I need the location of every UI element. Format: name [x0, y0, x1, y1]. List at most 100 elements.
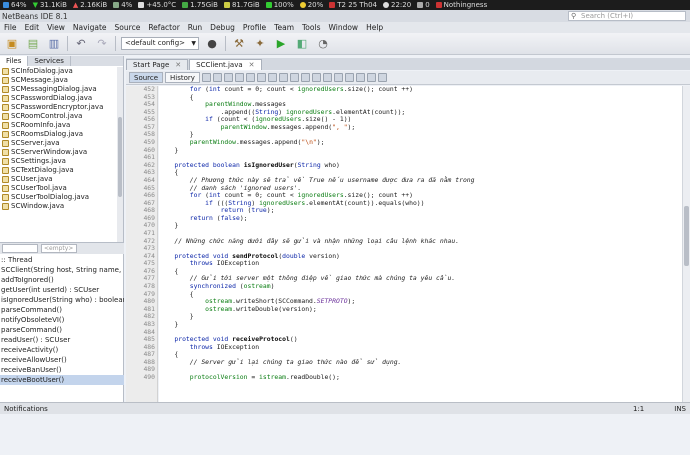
brightness-indicator: 20% [299, 1, 323, 9]
forward-icon[interactable] [223, 73, 233, 82]
shift-right-icon[interactable] [333, 73, 343, 82]
next-bookmark-icon[interactable] [300, 73, 310, 82]
member-item[interactable]: notifyObsoleteVI() [0, 315, 124, 325]
config-select[interactable]: <default config> ▼ [121, 37, 199, 50]
new-project-icon[interactable]: ▣ [4, 36, 20, 52]
menu-view[interactable]: View [43, 23, 69, 32]
close-icon[interactable]: ✕ [249, 61, 255, 69]
start-macro-icon[interactable] [344, 73, 354, 82]
file-item[interactable]: SCMessage.java [0, 76, 118, 85]
previous-bookmark-icon[interactable] [289, 73, 299, 82]
temp-indicator: +45.0°C [138, 1, 176, 9]
menu-refactor[interactable]: Refactor [144, 23, 183, 32]
menu-edit[interactable]: Edit [21, 23, 44, 32]
uncomment-icon[interactable] [377, 73, 387, 82]
file-item[interactable]: SCServer.java [0, 139, 118, 148]
menu-profile[interactable]: Profile [239, 23, 270, 32]
chevron-down-icon: ▼ [191, 40, 196, 47]
menu-source[interactable]: Source [111, 23, 145, 32]
member-item[interactable]: :: Thread [0, 255, 124, 265]
java-file-icon [2, 131, 9, 138]
file-item[interactable]: SCServerWindow.java [0, 148, 118, 157]
file-item[interactable]: SCRoomInfo.java [0, 121, 118, 130]
comment-icon[interactable] [366, 73, 376, 82]
open-project-icon[interactable]: ▤ [25, 36, 41, 52]
last-edit-icon[interactable] [201, 73, 211, 82]
caret-position: 1:1 [632, 404, 645, 413]
toggle-rect-selection-icon[interactable] [278, 73, 288, 82]
notifications-label[interactable]: Notifications [4, 405, 48, 413]
code-editor[interactable]: for (int count = 0; count < ignoredUsers… [159, 86, 682, 402]
settings-gear-icon[interactable]: ● [204, 36, 220, 52]
file-item[interactable]: SCUserToolDialog.java [0, 193, 118, 202]
java-file-icon [2, 167, 9, 174]
code-line: } [159, 312, 194, 321]
tab-files[interactable]: Files [0, 56, 29, 66]
clean-build-icon[interactable]: ✦ [252, 36, 268, 52]
member-item[interactable]: parseCommand() [0, 305, 124, 315]
menu-team[interactable]: Team [270, 23, 298, 32]
line-number-gutter: 452 453 454 455 456 457 458 459 460 461 462 463 464 4… [126, 85, 158, 402]
file-item[interactable]: SCUserTool.java [0, 184, 118, 193]
toggle-highlight-icon[interactable] [267, 73, 277, 82]
redo-icon[interactable]: ↷ [94, 36, 110, 52]
editor-scrollbar[interactable] [682, 86, 690, 402]
member-item[interactable]: getUser(int userId) : SCUser [0, 285, 124, 295]
profile-icon[interactable]: ◔ [315, 36, 331, 52]
member-item[interactable]: receiveAllowUser() [0, 355, 124, 365]
file-item[interactable]: SCTextDialog.java [0, 166, 118, 175]
member-item[interactable]: readUser() : SCUser [0, 335, 124, 345]
file-item[interactable]: SCPasswordDialog.java [0, 94, 118, 103]
menu-navigate[interactable]: Navigate [69, 23, 111, 32]
member-item[interactable]: isIgnoredUser(String who) : boolean [0, 295, 124, 305]
menu-help[interactable]: Help [362, 23, 387, 32]
run-icon[interactable]: ▶ [273, 36, 289, 52]
member-item[interactable]: receiveBanUser() [0, 365, 124, 375]
back-icon[interactable] [212, 73, 222, 82]
file-tree-scrollbar[interactable] [117, 67, 123, 247]
file-item[interactable]: SCRoomsDialog.java [0, 130, 118, 139]
file-item[interactable]: SCUser.java [0, 175, 118, 184]
member-item[interactable]: receiveActivity() [0, 345, 124, 355]
java-file-icon [2, 149, 9, 156]
navigator-filter-combo[interactable]: <empty> [41, 244, 77, 253]
file-item[interactable]: SCMessagingDialog.java [0, 85, 118, 94]
java-file-icon [2, 77, 9, 84]
file-item[interactable]: SCWindow.java [0, 202, 118, 211]
navigator-header: <empty> [0, 242, 124, 254]
build-hammer-icon[interactable]: ⚒ [231, 36, 247, 52]
menu-run[interactable]: Run [184, 23, 206, 32]
menu-file[interactable]: File [0, 23, 21, 32]
toggle-bookmark-icon[interactable] [311, 73, 321, 82]
find-selection-icon[interactable] [234, 73, 244, 82]
undo-icon[interactable]: ↶ [73, 36, 89, 52]
member-item[interactable]: SCClient(String host, String name, int p [0, 265, 124, 275]
stop-macro-icon[interactable] [355, 73, 365, 82]
code-line: parentWindow.messages.append(", "); [220, 122, 356, 131]
member-item[interactable]: addToIgnored() [0, 275, 124, 285]
search-input[interactable]: ⚲ Search (Ctrl+I) [568, 11, 686, 21]
close-icon[interactable]: ✕ [175, 61, 181, 69]
source-view-button[interactable]: Source [129, 72, 164, 83]
debug-icon[interactable]: ◧ [294, 36, 310, 52]
file-item[interactable]: SCInfoDialog.java [0, 67, 118, 76]
shift-left-icon[interactable] [322, 73, 332, 82]
file-item[interactable]: SCRoomControl.java [0, 112, 118, 121]
file-item[interactable]: SCSettings.java [0, 157, 118, 166]
menu-window[interactable]: Window [324, 23, 362, 32]
find-next-icon[interactable] [256, 73, 266, 82]
menu-debug[interactable]: Debug [206, 23, 239, 32]
find-previous-icon[interactable] [245, 73, 255, 82]
menu-tools[interactable]: Tools [298, 23, 324, 32]
member-item[interactable]: parseCommand() [0, 325, 124, 335]
file-item[interactable]: SCPasswordEncryptor.java [0, 103, 118, 112]
scrollbar-thumb[interactable] [684, 206, 689, 266]
tab-scclient[interactable]: SCClient.java ✕ [189, 59, 262, 70]
navigator-combo[interactable] [2, 244, 38, 253]
member-item[interactable]: receiveBootUser() [0, 375, 124, 385]
tab-services[interactable]: Services [28, 56, 71, 66]
tab-start-page[interactable]: Start Page ✕ [126, 59, 189, 70]
history-view-button[interactable]: History [165, 72, 200, 83]
save-all-icon[interactable]: ▥ [46, 36, 62, 52]
scrollbar-thumb[interactable] [118, 117, 122, 197]
